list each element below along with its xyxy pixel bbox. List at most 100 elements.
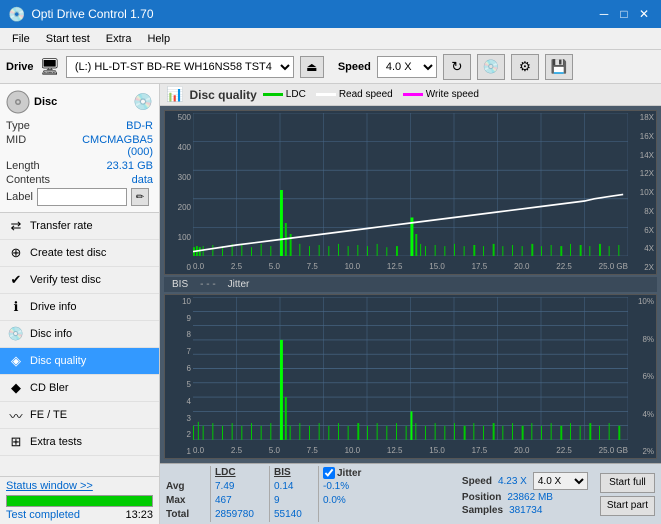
settings-button[interactable]: ⚙ bbox=[511, 54, 539, 80]
bis-legend: BIS bbox=[172, 279, 188, 290]
speed-select[interactable]: 4.0 X 1.0 X 2.0 X 6.0 X 8.0 X bbox=[377, 56, 437, 78]
ldc-max: 467 bbox=[215, 494, 265, 508]
jitter-avg: -0.1% bbox=[323, 480, 378, 494]
main-area: Disc 💿 Type BD-R MID CMCMAGBA5 (000) Len… bbox=[0, 84, 661, 524]
ldc-total: 2859780 bbox=[215, 508, 265, 522]
nav-create-test-disc[interactable]: ⊕ Create test disc bbox=[0, 240, 159, 267]
avg-label: Avg bbox=[166, 480, 206, 494]
refresh-button[interactable]: ↻ bbox=[443, 54, 471, 80]
save-button[interactable]: 💾 bbox=[545, 54, 573, 80]
jitter-legend: Jitter bbox=[228, 279, 250, 290]
minimize-button[interactable]: ─ bbox=[595, 5, 613, 23]
ldc-y-axis-right: 18X 16X 14X 12X 10X 8X 6X 4X 2X bbox=[628, 111, 656, 274]
speed-value: 4.23 X bbox=[498, 476, 527, 487]
jitter-max: 0.0% bbox=[323, 494, 378, 508]
contents-value: data bbox=[132, 174, 153, 186]
drive-icon: 🖥 bbox=[40, 57, 60, 77]
ldc-color bbox=[263, 93, 283, 96]
title-bar: 💿 Opti Drive Control 1.70 ─ □ ✕ bbox=[0, 0, 661, 28]
ldc-chart-svg bbox=[193, 113, 628, 256]
speed-label: Speed bbox=[338, 61, 371, 73]
disc-panel-title: Disc bbox=[34, 96, 57, 108]
disc-length-row: Length 23.31 GB bbox=[6, 160, 153, 172]
fe-te-icon: 〰 bbox=[8, 407, 24, 423]
row-labels-col: Avg Max Total bbox=[166, 466, 206, 522]
bis-max: 9 bbox=[274, 494, 314, 508]
cd-bler-icon: ◆ bbox=[8, 380, 24, 396]
bis-col: BIS 0.14 9 55140 bbox=[269, 466, 314, 522]
status-time: 13:23 bbox=[125, 509, 153, 521]
nav-fe-te[interactable]: 〰 FE / TE bbox=[0, 402, 159, 429]
status-window-button[interactable]: Status window >> bbox=[6, 480, 93, 492]
nav-extra-tests[interactable]: ⊞ Extra tests bbox=[0, 429, 159, 456]
bis-header: BIS bbox=[274, 466, 314, 480]
ldc-y-axis: 500 400 300 200 100 0 bbox=[165, 111, 193, 274]
jitter-col: Jitter -0.1% 0.0% bbox=[318, 466, 378, 522]
menu-start-test[interactable]: Start test bbox=[38, 31, 98, 47]
start-full-button[interactable]: Start full bbox=[600, 473, 655, 493]
nav-cd-bler[interactable]: ◆ CD Bler bbox=[0, 375, 159, 402]
disc-button[interactable]: 💿 bbox=[477, 54, 505, 80]
menu-file[interactable]: File bbox=[4, 31, 38, 47]
drive-select[interactable]: (L:) HL-DT-ST BD-RE WH16NS58 TST4 bbox=[66, 56, 294, 78]
disc-mid-row: MID CMCMAGBA5 (000) bbox=[6, 134, 153, 158]
nav-drive-info[interactable]: ℹ Drive info bbox=[0, 294, 159, 321]
nav-transfer-rate[interactable]: ⇄ Transfer rate bbox=[0, 213, 159, 240]
disc-info-icon: 💿 bbox=[8, 326, 24, 342]
menu-bar: File Start test Extra Help bbox=[0, 28, 661, 50]
app-title: Opti Drive Control 1.70 bbox=[31, 7, 153, 21]
samples-row: Samples 381734 bbox=[462, 505, 588, 516]
menu-help[interactable]: Help bbox=[139, 31, 178, 47]
progress-bar-fill bbox=[7, 496, 152, 506]
nav-disc-info-label: Disc info bbox=[30, 328, 72, 340]
start-part-button[interactable]: Start part bbox=[600, 496, 655, 516]
speed-row: Speed 4.23 X 4.0 X bbox=[462, 472, 588, 490]
maximize-button[interactable]: □ bbox=[615, 5, 633, 23]
label-label: Label bbox=[6, 191, 33, 203]
jitter-legend-dashes: - - - bbox=[200, 279, 216, 290]
jitter-header: Jitter bbox=[337, 468, 361, 479]
disc-panel: Disc 💿 Type BD-R MID CMCMAGBA5 (000) Len… bbox=[0, 84, 159, 213]
eject-button[interactable]: ⏏ bbox=[300, 56, 324, 78]
position-value: 23862 MB bbox=[507, 492, 553, 503]
speed-display-select[interactable]: 4.0 X bbox=[533, 472, 588, 490]
nav-disc-quality-label: Disc quality bbox=[30, 355, 86, 367]
label-input[interactable] bbox=[37, 188, 127, 206]
bis-jitter-header: BIS - - - Jitter bbox=[164, 277, 657, 292]
jitter-checkbox[interactable] bbox=[323, 467, 335, 479]
total-label: Total bbox=[166, 508, 206, 522]
nav-disc-info[interactable]: 💿 Disc info bbox=[0, 321, 159, 348]
label-edit-button[interactable]: ✏ bbox=[131, 188, 149, 206]
legend-read-speed: Read speed bbox=[316, 89, 393, 100]
drive-info-icon: ℹ bbox=[8, 299, 24, 315]
bis-chart: 10 9 8 7 6 5 4 3 2 1 10% 8% 6% 4% 2% bbox=[164, 294, 657, 459]
legend-ldc: LDC bbox=[263, 89, 306, 100]
menu-extra[interactable]: Extra bbox=[98, 31, 140, 47]
type-label: Type bbox=[6, 120, 30, 132]
status-bar: Status window >> Test completed 13:23 bbox=[0, 476, 159, 524]
contents-label: Contents bbox=[6, 174, 50, 186]
nav-disc-quality[interactable]: ◈ Disc quality bbox=[0, 348, 159, 375]
transfer-rate-icon: ⇄ bbox=[8, 218, 24, 234]
nav-extra-tests-label: Extra tests bbox=[30, 436, 82, 448]
charts-area: 500 400 300 200 100 0 18X 16X 14X 12X 10… bbox=[160, 106, 661, 463]
legend-write-speed-label: Write speed bbox=[426, 89, 479, 100]
drive-label: Drive bbox=[6, 61, 34, 73]
max-label: Max bbox=[166, 494, 206, 508]
ldc-chart: 500 400 300 200 100 0 18X 16X 14X 12X 10… bbox=[164, 110, 657, 275]
label-row: Label ✏ bbox=[6, 188, 153, 206]
action-buttons: Start full Start part bbox=[600, 473, 655, 516]
write-speed-color bbox=[403, 93, 423, 96]
chart-icon: 📊 bbox=[166, 86, 183, 103]
position-header: Position bbox=[462, 492, 501, 503]
ldc-x-axis: 0.0 2.5 5.0 7.5 10.0 12.5 15.0 17.5 20.0… bbox=[193, 258, 628, 274]
disc-type-row: Type BD-R bbox=[6, 120, 153, 132]
nav-verify-test-disc[interactable]: ✔ Verify test disc bbox=[0, 267, 159, 294]
samples-header: Samples bbox=[462, 505, 503, 516]
bis-chart-svg bbox=[193, 297, 628, 440]
close-button[interactable]: ✕ bbox=[635, 5, 653, 23]
bis-x-axis: 0.0 2.5 5.0 7.5 10.0 12.5 15.0 17.5 20.0… bbox=[193, 442, 628, 458]
chart-legend: LDC Read speed Write speed bbox=[263, 89, 479, 100]
length-value: 23.31 GB bbox=[107, 160, 153, 172]
disc-header: Disc 💿 bbox=[6, 90, 153, 114]
